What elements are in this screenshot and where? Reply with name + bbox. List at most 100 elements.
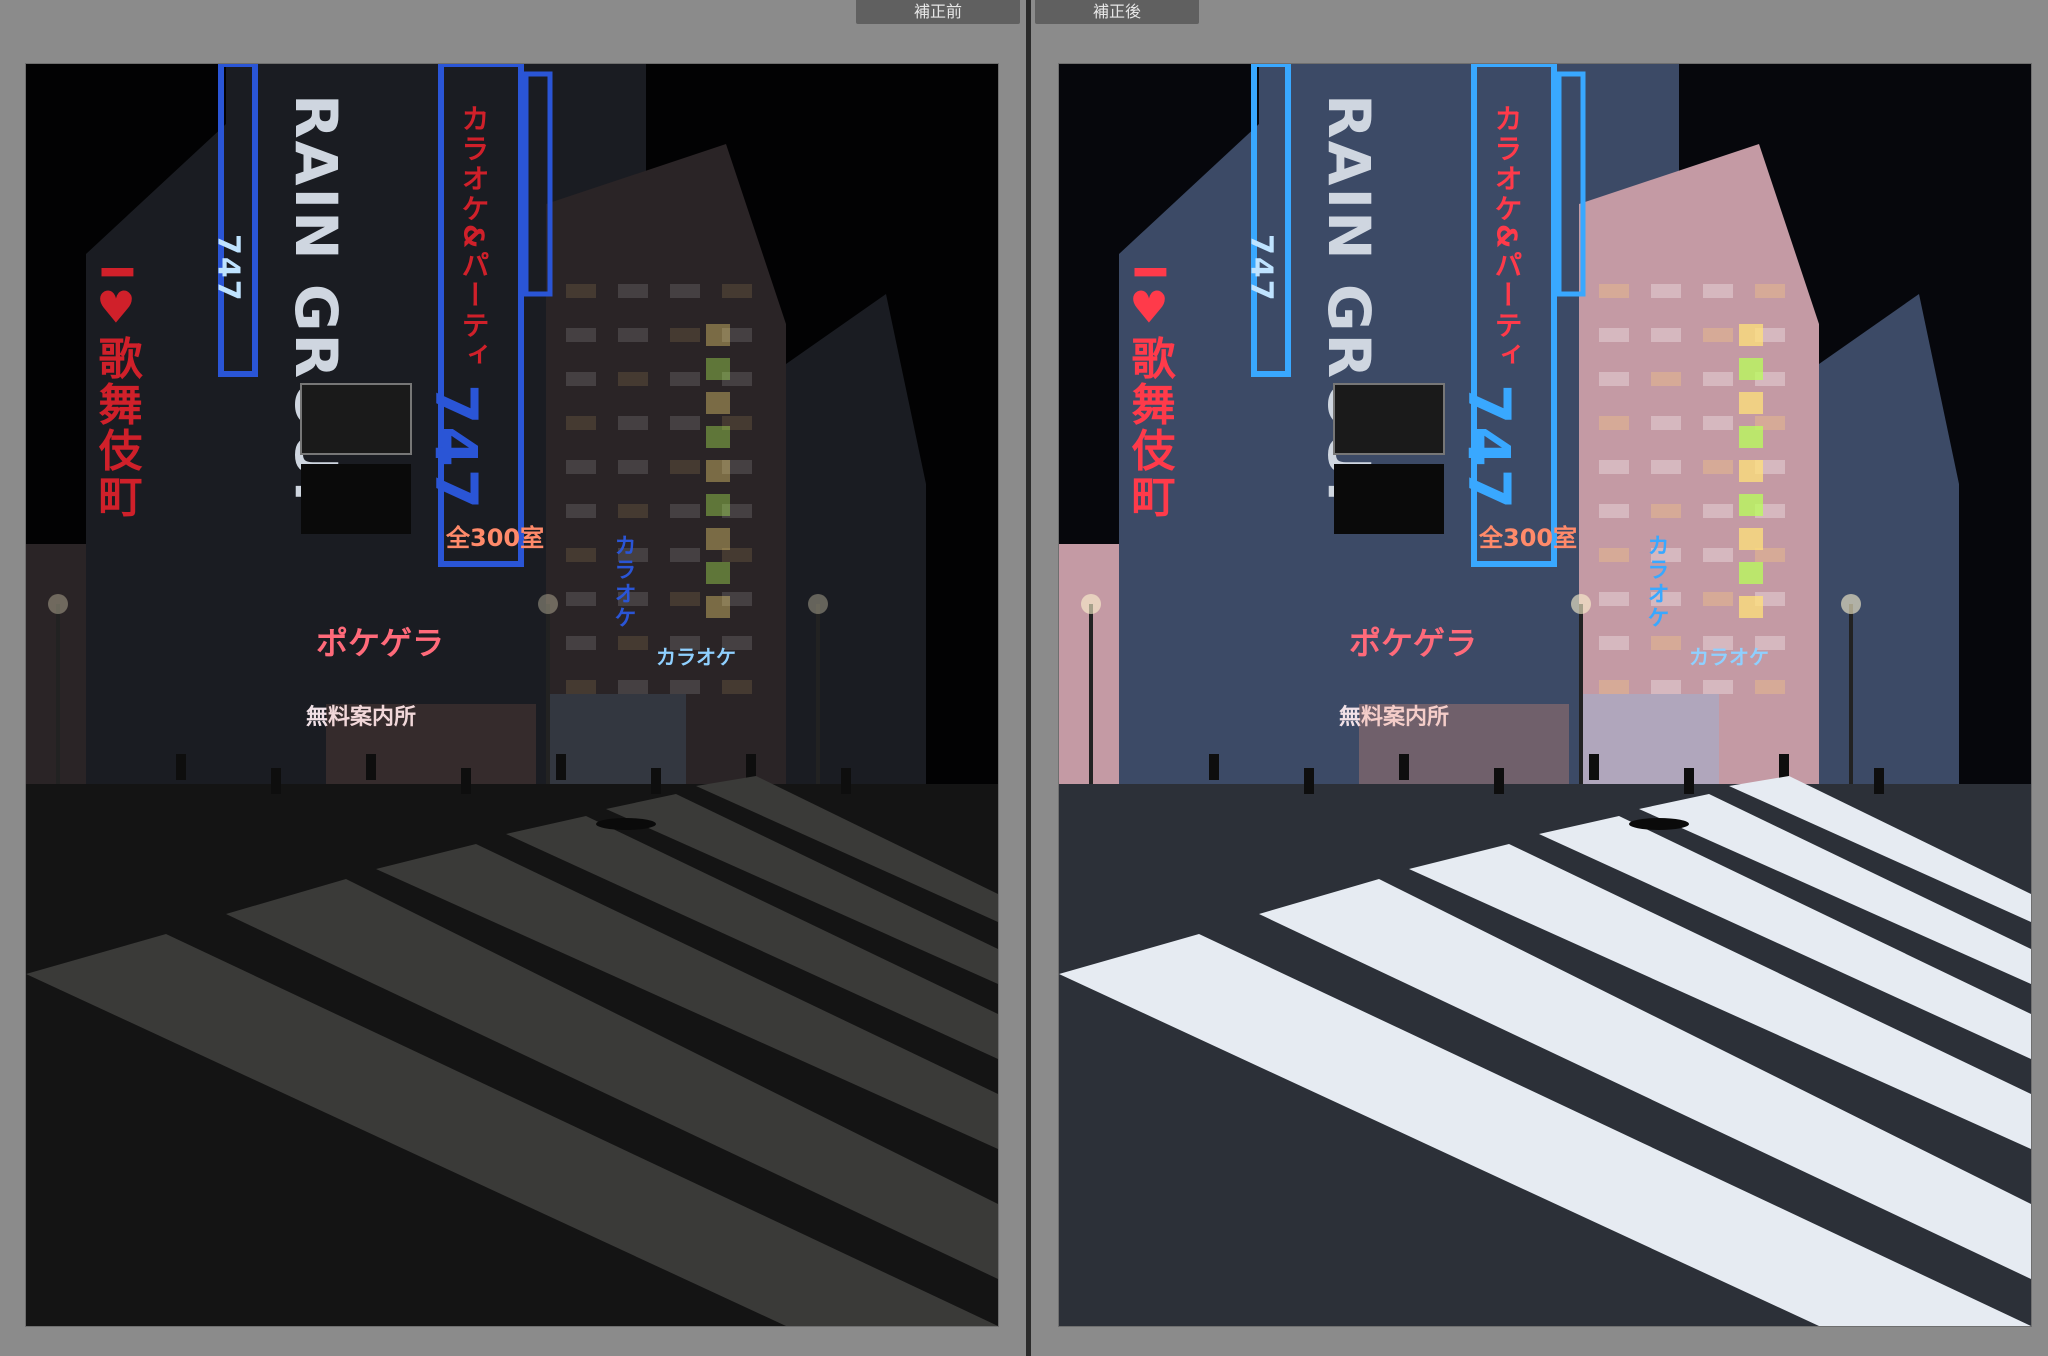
window [670, 680, 700, 694]
lit-sign-block [706, 460, 730, 482]
window [618, 504, 648, 518]
neon-sign-karaoke: カラオケ&パーティ [1491, 104, 1524, 370]
storefront-glow-2 [546, 694, 686, 784]
after-tab-label: 補正後 [1035, 0, 1199, 24]
bollard [1399, 754, 1409, 780]
sign-rain-group: RAIN GROUP [282, 94, 350, 525]
storefront-glow [1359, 704, 1569, 784]
window [1651, 460, 1681, 474]
billboard [1333, 383, 1445, 455]
neon-sign-747-small: 747 [211, 234, 246, 303]
window [618, 328, 648, 342]
lamp-post [56, 604, 60, 784]
bollard [1304, 768, 1314, 794]
before-photo: I♥歌舞伎町 747 RAIN GROUP カラオケ&パーティ 747 全300室 ポケゲラ… [25, 63, 999, 1327]
bollard [176, 754, 186, 780]
neon-sign-747: 747 [422, 384, 490, 511]
window [1703, 680, 1733, 694]
billboard [300, 383, 412, 455]
lamp-post [1849, 604, 1853, 784]
manhole [596, 818, 656, 830]
window [1599, 284, 1629, 298]
window [1599, 548, 1629, 562]
lit-sign-block [706, 358, 730, 380]
after-photo: I♥歌舞伎町 747 RAIN GROUP カラオケ&パーティ 747 全300室 ポケゲラ… [1058, 63, 2032, 1327]
lit-sign-block [706, 562, 730, 584]
lit-sign-block [706, 426, 730, 448]
window [618, 372, 648, 386]
window [1755, 284, 1785, 298]
lit-sign-block [1739, 324, 1763, 346]
window [1651, 328, 1681, 342]
bollard [1494, 768, 1504, 794]
window [670, 416, 700, 430]
window [1703, 372, 1733, 386]
sign-karaoke-small: カラオケ [656, 645, 736, 669]
lit-sign-block [1739, 562, 1763, 584]
window [670, 372, 700, 386]
window [670, 328, 700, 342]
window [1651, 372, 1681, 386]
window [566, 284, 596, 298]
window [1703, 548, 1733, 562]
before-tab-label: 補正前 [856, 0, 1020, 24]
billboard-dark [301, 464, 411, 534]
window [566, 548, 596, 562]
window [1599, 328, 1629, 342]
sign-rain-group: RAIN GROUP [1315, 94, 1383, 525]
window [566, 504, 596, 518]
window [618, 416, 648, 430]
window [670, 504, 700, 518]
manhole [1629, 818, 1689, 830]
lamp-light [48, 594, 68, 614]
after-photo-canvas: I♥歌舞伎町 747 RAIN GROUP カラオケ&パーティ 747 全300室ポケゲラ… [1059, 64, 2031, 1326]
window [1703, 284, 1733, 298]
lit-sign-block [706, 596, 730, 618]
lamp-post [816, 604, 820, 784]
lit-sign-block [706, 324, 730, 346]
bollard [1779, 754, 1789, 780]
lit-sign-block [1739, 494, 1763, 516]
window [1599, 636, 1629, 650]
neon-sign-karaoke: カラオケ&パーティ [458, 104, 491, 370]
window [1703, 504, 1733, 518]
lamp-light [1841, 594, 1861, 614]
lit-sign-block [706, 528, 730, 550]
window [1599, 592, 1629, 606]
bollard [1209, 754, 1219, 780]
lamp-light [1571, 594, 1591, 614]
neon-sign-kabukicho: I♥歌舞伎町 [1124, 264, 1176, 519]
neon-sign-rooms: 全300室 [1478, 524, 1577, 552]
window [1755, 680, 1785, 694]
bollard [1684, 768, 1694, 794]
window [722, 548, 752, 562]
window [670, 548, 700, 562]
window [722, 680, 752, 694]
lit-sign-block [1739, 596, 1763, 618]
window [1651, 284, 1681, 298]
lamp-post [546, 604, 550, 784]
window [566, 592, 596, 606]
window [670, 460, 700, 474]
window [1599, 680, 1629, 694]
window [566, 328, 596, 342]
lit-sign-block [1739, 426, 1763, 448]
lit-sign-block [1739, 528, 1763, 550]
window [1599, 460, 1629, 474]
window [1651, 636, 1681, 650]
window [1651, 680, 1681, 694]
bollard [556, 754, 566, 780]
sign-karaoke-right: カラオケ [611, 534, 636, 630]
window [1599, 372, 1629, 386]
window [1703, 460, 1733, 474]
window [618, 284, 648, 298]
lamp-post [1579, 604, 1583, 784]
before-photo-canvas: I♥歌舞伎町 747 RAIN GROUP カラオケ&パーティ 747 全300室ポケゲラ… [26, 64, 998, 1326]
lamp-post [1089, 604, 1093, 784]
window [722, 284, 752, 298]
window [1651, 416, 1681, 430]
window [566, 460, 596, 474]
neon-sign-kabukicho: I♥歌舞伎町 [91, 264, 143, 519]
window [566, 372, 596, 386]
bollard [651, 768, 661, 794]
